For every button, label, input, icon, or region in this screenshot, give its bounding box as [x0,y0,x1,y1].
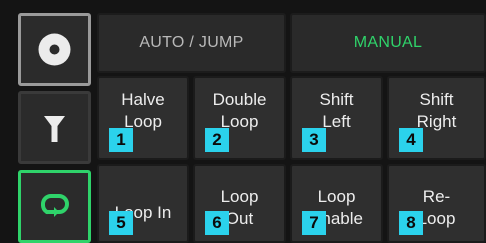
pad-number-badge: 1 [109,128,133,152]
loop-mode-button[interactable] [18,170,91,243]
filter-mode-button[interactable] [18,91,91,164]
pad-shift-right[interactable]: Shift Right 4 [387,76,486,160]
deck-disc-button[interactable] [18,13,91,86]
pad-shift-left[interactable]: Shift Left 3 [290,76,383,160]
pad-loop-out[interactable]: Loop Out 6 [193,164,286,243]
disc-icon [38,33,71,66]
pad-number-badge: 5 [109,211,133,235]
tab-manual-label: MANUAL [353,34,423,51]
pad-number-badge: 4 [399,128,423,152]
tab-auto-jump-label: AUTO / JUMP [139,34,244,51]
tab-auto-jump[interactable]: AUTO / JUMP [97,13,286,73]
pad-number-badge: 7 [302,211,326,235]
pad-loop-in[interactable]: Loop In 5 [97,164,189,243]
pad-reloop[interactable]: Re- Loop 8 [387,164,486,243]
tab-manual[interactable]: MANUAL [290,13,486,73]
pad-number-badge: 3 [302,128,326,152]
pad-halve-loop[interactable]: Halve Loop 1 [97,76,189,160]
pad-label: Shift Right [416,90,457,131]
pad-number-badge: 6 [205,211,229,235]
filter-icon [44,116,65,142]
pad-number-badge: 2 [205,128,229,152]
loop-icon [40,194,69,217]
pad-label: Double Loop [212,90,267,131]
pad-loop-enable[interactable]: Loop Enable 7 [290,164,383,243]
pad-double-loop[interactable]: Double Loop 2 [193,76,286,160]
pad-label: Halve Loop [121,90,165,131]
pad-label: Shift Left [319,90,354,131]
pad-number-badge: 8 [399,211,423,235]
